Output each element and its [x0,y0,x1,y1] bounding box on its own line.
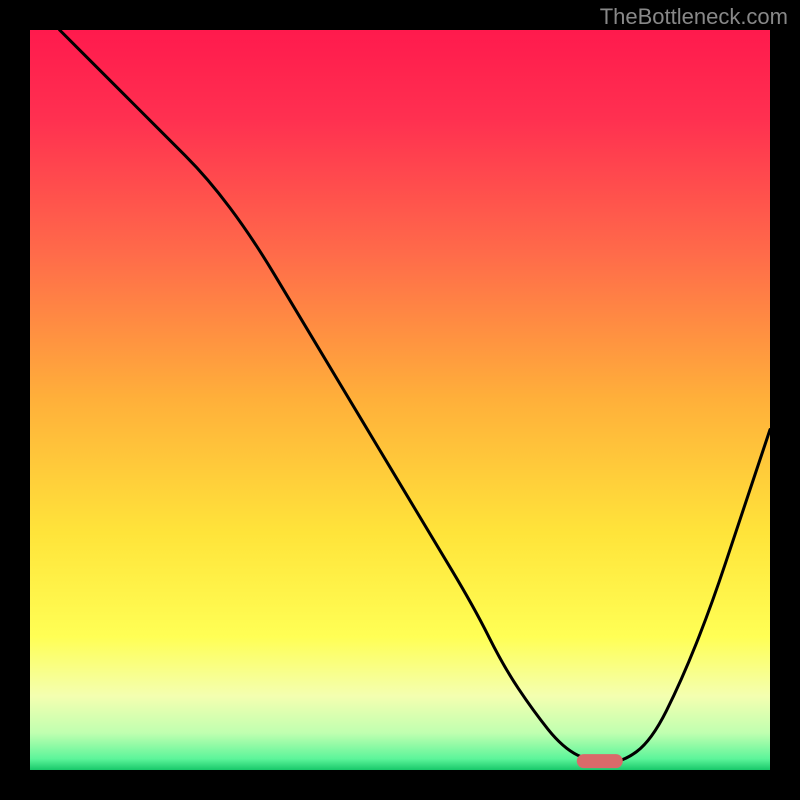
chart-background [30,30,770,770]
chart-svg [30,30,770,770]
watermark-text: TheBottleneck.com [600,4,788,30]
chart-plot-area [30,30,770,770]
optimal-marker [577,754,623,768]
